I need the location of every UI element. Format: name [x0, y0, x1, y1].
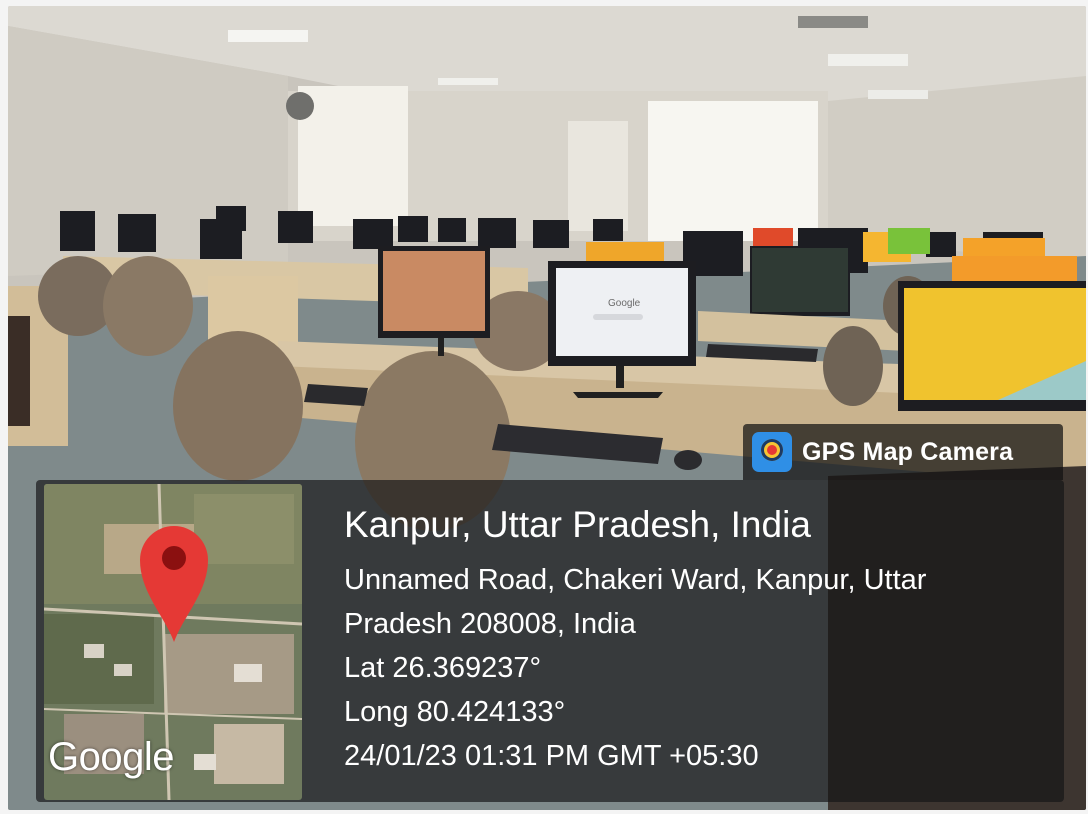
location-details: Kanpur, Uttar Pradesh, India Unnamed Roa…	[344, 502, 926, 778]
gps-map-camera-badge: GPS Map Camera	[743, 424, 1063, 480]
datetime-text: 24/01/23 01:31 PM GMT +05:30	[344, 740, 759, 772]
google-maps-logo: Google	[48, 735, 174, 779]
screen-google-logo: Google	[608, 298, 641, 309]
address-line-2: Pradesh 208008, India	[344, 608, 636, 640]
location-info-panel: Google Kanpur, Uttar Pradesh, India Unna…	[36, 480, 1064, 802]
address-line-1: Unnamed Road, Chakeri Ward, Kanpur, Utta…	[344, 564, 927, 596]
map-pin-icon	[140, 526, 208, 642]
longitude-text: Long 80.424133°	[344, 696, 566, 728]
satellite-map-thumbnail: Google	[44, 484, 302, 800]
city-heading: Kanpur, Uttar Pradesh, India	[344, 504, 811, 545]
badge-label: GPS Map Camera	[802, 437, 1014, 466]
latitude-text: Lat 26.369237°	[344, 652, 542, 684]
gps-map-camera-icon	[752, 432, 792, 472]
lab-photo: Google GPS Map Camera Google Kanpur, Utt…	[8, 6, 1086, 810]
